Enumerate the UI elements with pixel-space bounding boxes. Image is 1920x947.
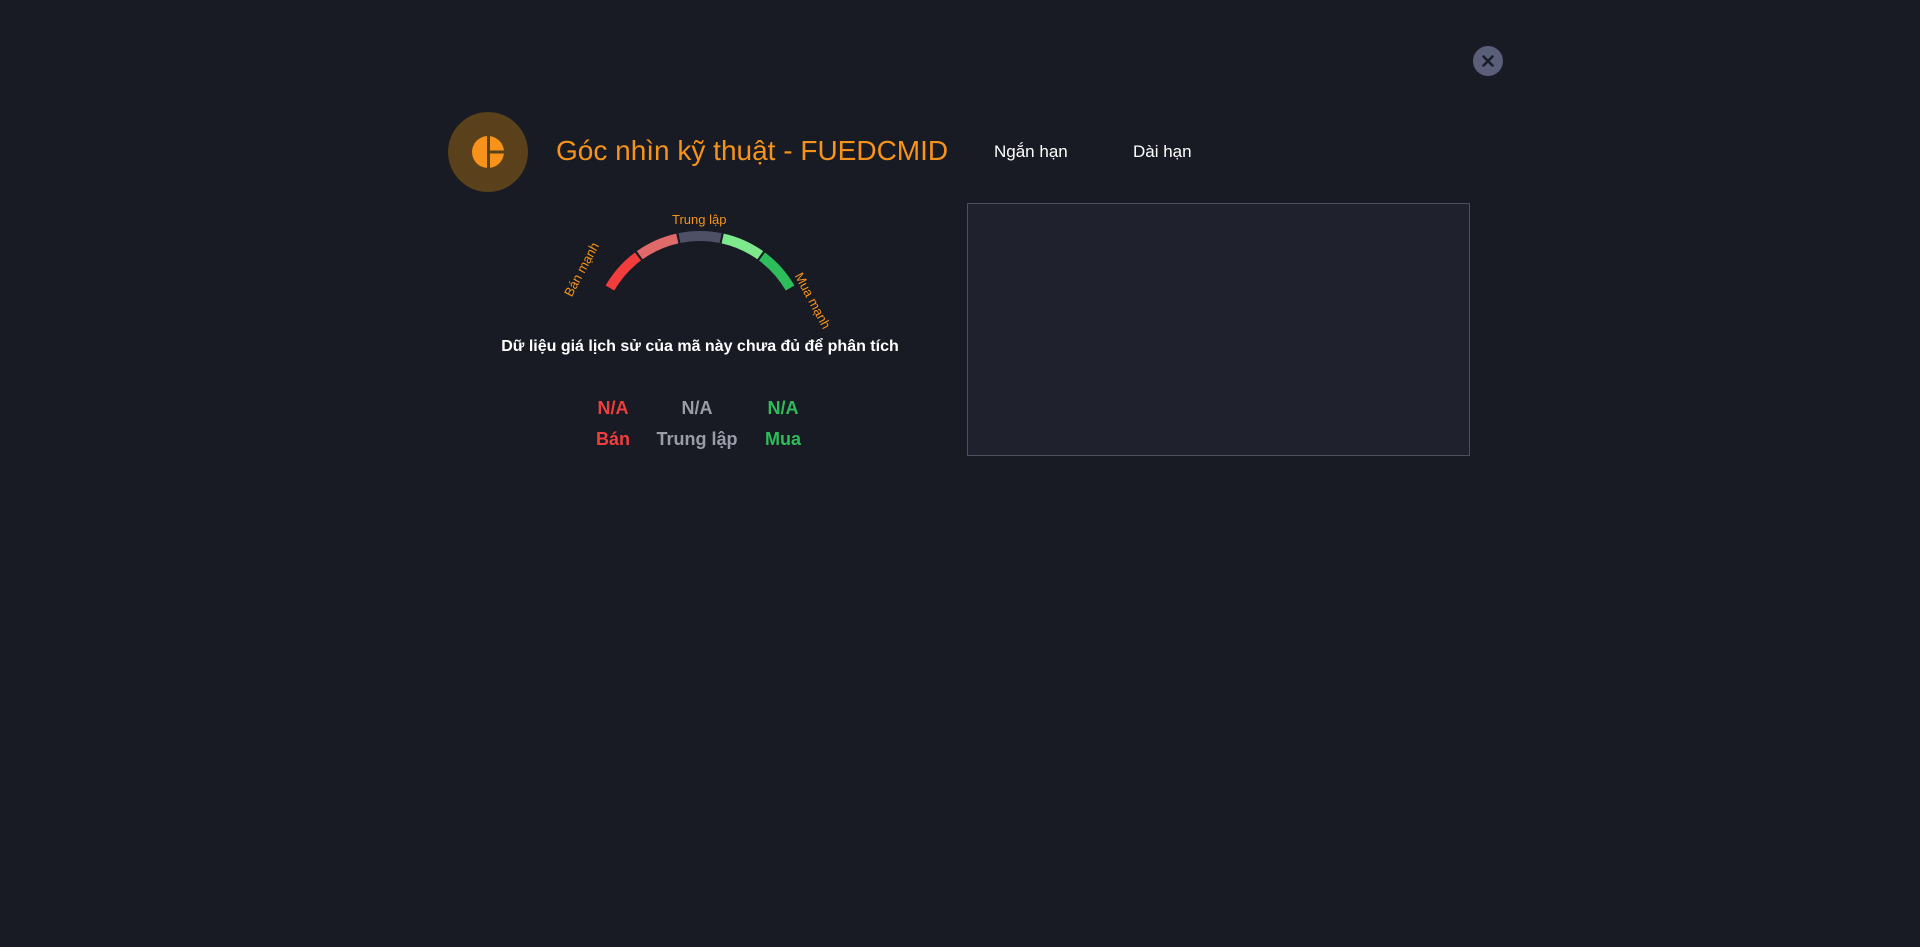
summary-buy-value: N/A — [767, 398, 799, 418]
tab-long-term[interactable]: Dài hạn — [1133, 141, 1192, 163]
gauge-segment-buy — [721, 233, 764, 260]
tab-short-term[interactable]: Ngắn hạn — [994, 141, 1068, 163]
page-title: Góc nhìn kỹ thuật - FUEDCMID — [556, 135, 949, 166]
gauge-arcs — [605, 231, 795, 291]
gauge-segment-strong-buy — [758, 252, 795, 291]
insufficient-data-notice: Dữ liệu giá lịch sử của mã này chưa đủ đ… — [501, 338, 899, 355]
gauge-segment-neutral — [678, 231, 722, 243]
summary-buy-label: Mua — [765, 429, 801, 449]
technical-analysis-dialog: Góc nhìn kỹ thuật - FUEDCMID Ngắn hạn Dà… — [0, 0, 1920, 947]
close-button[interactable] — [1473, 46, 1503, 76]
gauge-segment-strong-sell — [605, 252, 642, 291]
close-icon — [1482, 55, 1494, 67]
summary-buy: N/A Mua — [723, 396, 843, 451]
header-avatar — [448, 112, 528, 192]
gauge-label-neutral: Trung lập — [672, 212, 727, 227]
gauge-segment-sell — [636, 233, 679, 260]
pie-chart-icon — [472, 135, 505, 169]
chart-panel — [967, 203, 1470, 456]
